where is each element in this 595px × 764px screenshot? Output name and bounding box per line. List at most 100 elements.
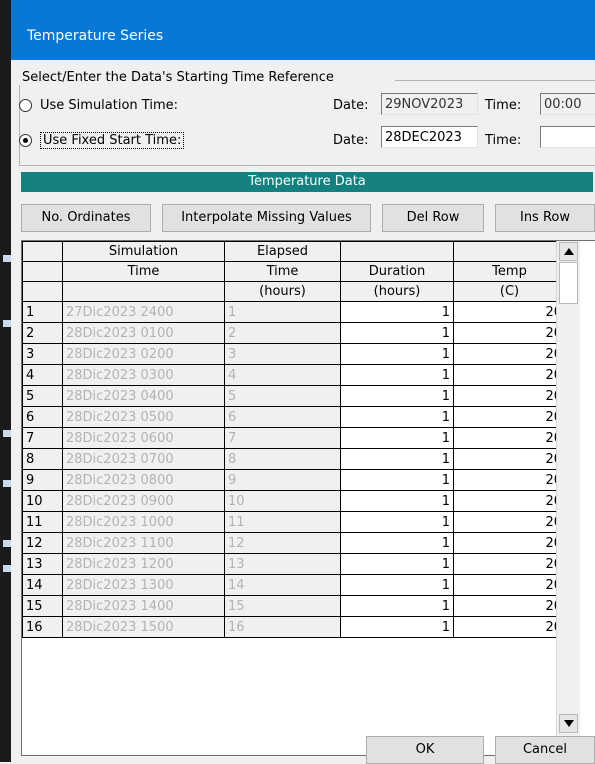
radio-button-selected[interactable] <box>19 133 32 147</box>
elapsed-time-cell: 12 <box>224 532 341 554</box>
fixed-start-time-radio[interactable]: Use Fixed Start Time: <box>19 130 185 150</box>
simulation-time-field: 00:00 <box>540 93 595 115</box>
title-bar[interactable]: Temperature Series <box>11 0 595 60</box>
temp-cell[interactable]: 20 <box>453 595 566 617</box>
duration-cell[interactable]: 1 <box>340 469 454 491</box>
duration-cell[interactable]: 1 <box>340 406 454 428</box>
row-number-cell: 9 <box>22 469 63 491</box>
row-number-cell: 3 <box>22 343 63 365</box>
radio-button[interactable] <box>19 98 32 112</box>
temp-cell[interactable]: 20 <box>453 490 566 512</box>
simulation-time-cell: 28Dic2023 1300 <box>62 574 225 596</box>
row-number-cell: 7 <box>22 427 63 449</box>
row-number-cell: 12 <box>22 532 63 554</box>
elapsed-time-cell: 3 <box>224 343 341 365</box>
row-number-cell: 4 <box>22 364 63 386</box>
background-window-edge <box>0 0 11 762</box>
duration-cell[interactable]: 1 <box>340 574 454 596</box>
header-cell: Duration <box>340 261 454 282</box>
ins-row-button[interactable]: Ins Row <box>495 204 595 232</box>
scroll-down-button[interactable] <box>559 714 578 733</box>
temp-cell[interactable]: 20 <box>453 301 566 323</box>
ok-button[interactable]: OK <box>366 736 484 764</box>
table-row: 5 28Dic2023 0400 5 1 20 <box>22 385 566 407</box>
simulation-time-cell: 28Dic2023 0400 <box>62 385 225 407</box>
temp-cell[interactable]: 20 <box>453 427 566 449</box>
header-cell: Time <box>62 261 225 282</box>
vertical-scrollbar[interactable] <box>556 241 580 755</box>
duration-cell[interactable]: 1 <box>340 448 454 470</box>
no-ordinates-button[interactable]: No. Ordinates <box>21 204 151 232</box>
duration-cell[interactable]: 1 <box>340 343 454 365</box>
fixed-time-input[interactable] <box>540 126 595 148</box>
dialog-body: Select/Enter the Data's Starting Time Re… <box>11 60 595 764</box>
window-title: Temperature Series <box>27 28 164 44</box>
temp-cell[interactable]: 20 <box>453 364 566 386</box>
header-cell: Temp <box>453 261 566 282</box>
duration-cell[interactable]: 1 <box>340 385 454 407</box>
duration-cell[interactable]: 1 <box>340 511 454 533</box>
temp-cell[interactable]: 20 <box>453 469 566 491</box>
fixed-date-label: Date: <box>333 133 369 148</box>
elapsed-time-cell: 13 <box>224 553 341 575</box>
scroll-thumb[interactable] <box>559 262 578 304</box>
duration-cell[interactable]: 1 <box>340 427 454 449</box>
simulation-time-radio[interactable]: Use Simulation Time: <box>19 95 178 115</box>
duration-cell[interactable]: 1 <box>340 322 454 344</box>
interpolate-missing-values-button[interactable]: Interpolate Missing Values <box>162 204 371 232</box>
temp-cell[interactable]: 20 <box>453 406 566 428</box>
scroll-down-icon <box>564 720 574 727</box>
temp-cell[interactable]: 20 <box>453 343 566 365</box>
temp-cell[interactable]: 20 <box>453 616 566 638</box>
header-cell: (C) <box>453 281 566 302</box>
temp-cell[interactable]: 20 <box>453 385 566 407</box>
fixed-date-input[interactable]: 28DEC2023 <box>381 126 478 148</box>
temp-cell[interactable]: 20 <box>453 553 566 575</box>
header-cell <box>62 281 225 302</box>
temp-cell[interactable]: 20 <box>453 322 566 344</box>
simulation-time-label: Use Simulation Time: <box>40 97 178 113</box>
row-number-cell: 11 <box>22 511 63 533</box>
duration-cell[interactable]: 1 <box>340 616 454 638</box>
duration-cell[interactable]: 1 <box>340 490 454 512</box>
time-reference-legend: Select/Enter the Data's Starting Time Re… <box>19 70 395 85</box>
duration-cell[interactable]: 1 <box>340 532 454 554</box>
background-mark <box>3 430 11 437</box>
temp-cell[interactable]: 20 <box>453 511 566 533</box>
row-number-cell: 1 <box>22 301 63 323</box>
background-mark <box>3 255 11 262</box>
row-number-cell: 8 <box>22 448 63 470</box>
table-row: 16 28Dic2023 1500 16 1 20 <box>22 616 566 638</box>
cancel-button[interactable]: Cancel <box>495 736 595 764</box>
elapsed-time-cell: 6 <box>224 406 341 428</box>
header-cell <box>22 261 63 282</box>
temp-cell[interactable]: 20 <box>453 574 566 596</box>
table-row: 7 28Dic2023 0600 7 1 20 <box>22 427 566 449</box>
background-mark <box>3 320 11 327</box>
duration-cell[interactable]: 1 <box>340 595 454 617</box>
scroll-up-button[interactable] <box>559 242 578 261</box>
header-cell <box>22 281 63 302</box>
elapsed-time-cell: 16 <box>224 616 341 638</box>
simulation-time-cell: 28Dic2023 0300 <box>62 364 225 386</box>
scroll-up-icon <box>564 248 574 255</box>
elapsed-time-cell: 5 <box>224 385 341 407</box>
del-row-button[interactable]: Del Row <box>382 204 484 232</box>
table-row: 6 28Dic2023 0500 6 1 20 <box>22 406 566 428</box>
elapsed-time-cell: 9 <box>224 469 341 491</box>
row-number-cell: 6 <box>22 406 63 428</box>
simulation-time-cell: 28Dic2023 0800 <box>62 469 225 491</box>
temp-cell[interactable]: 20 <box>453 532 566 554</box>
header-cell: (hours) <box>340 281 454 302</box>
temperature-data-header: Temperature Data <box>21 172 593 192</box>
simulation-time-label-field: Time: <box>485 98 522 113</box>
temp-cell[interactable]: 20 <box>453 448 566 470</box>
header-cell: Elapsed <box>224 241 341 262</box>
duration-cell[interactable]: 1 <box>340 301 454 323</box>
table-row: 10 28Dic2023 0900 10 1 20 <box>22 490 566 512</box>
header-row: Time Time Duration Temp <box>22 261 566 282</box>
table-row: 14 28Dic2023 1300 14 1 20 <box>22 574 566 596</box>
duration-cell[interactable]: 1 <box>340 553 454 575</box>
duration-cell[interactable]: 1 <box>340 364 454 386</box>
temperature-table: Simulation Elapsed Time Time Duration Te… <box>21 240 595 756</box>
